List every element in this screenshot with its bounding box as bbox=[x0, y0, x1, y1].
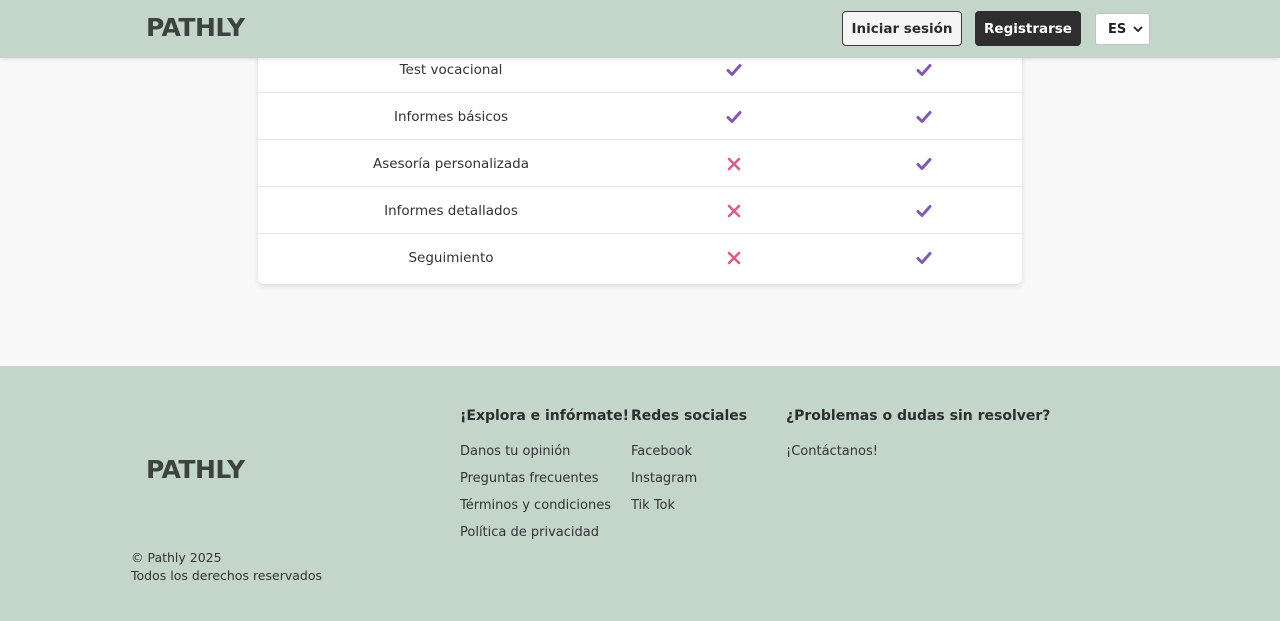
footer-help-title: ¿Problemas o dudas sin resolver? bbox=[786, 408, 1051, 424]
footer-link-terms[interactable]: Términos y condiciones bbox=[460, 492, 629, 519]
feature-label: Informes básicos bbox=[394, 108, 508, 125]
language-select[interactable]: ES bbox=[1095, 13, 1150, 45]
table-row: Asesoría personalizada bbox=[258, 140, 1022, 187]
top-navbar: PATHLY Iniciar sesión Registrarse ES bbox=[0, 0, 1280, 58]
check-icon bbox=[916, 64, 932, 76]
footer-link-opinion[interactable]: Danos tu opinión bbox=[460, 438, 629, 465]
check-icon bbox=[916, 111, 932, 123]
check-icon bbox=[726, 111, 742, 123]
feature-label: Seguimiento bbox=[408, 249, 494, 266]
cross-icon bbox=[727, 157, 741, 171]
footer-link-contact[interactable]: ¡Contáctanos! bbox=[786, 438, 1050, 465]
language-value: ES bbox=[1108, 21, 1127, 37]
register-button[interactable]: Registrarse bbox=[975, 11, 1081, 46]
logo[interactable]: PATHLY bbox=[146, 13, 245, 42]
footer-social-title: Redes sociales bbox=[631, 408, 748, 424]
footer-social-column: Redes sociales Facebook Instagram Tik To… bbox=[631, 408, 747, 519]
check-icon bbox=[916, 252, 932, 264]
footer: PATHLY ¡Explora e infórmate! Danos tu op… bbox=[0, 366, 1280, 621]
check-icon bbox=[916, 158, 932, 170]
footer-link-tiktok[interactable]: Tik Tok bbox=[631, 492, 747, 519]
check-icon bbox=[916, 205, 932, 217]
copyright: © Pathly 2025 Todos los derechos reserva… bbox=[131, 549, 322, 585]
feature-label: Asesoría personalizada bbox=[373, 155, 529, 172]
footer-explore-title: ¡Explora e infórmate! bbox=[460, 408, 629, 424]
copyright-text: © Pathly 2025 bbox=[131, 550, 222, 565]
table-row: Informes detallados bbox=[258, 187, 1022, 234]
cross-icon bbox=[727, 204, 741, 218]
footer-link-privacy[interactable]: Política de privacidad bbox=[460, 519, 629, 546]
footer-link-instagram[interactable]: Instagram bbox=[631, 465, 747, 492]
footer-logo[interactable]: PATHLY bbox=[146, 455, 245, 484]
plan-comparison-table: Test vocacional Informes básicos Asesoría … bbox=[258, 46, 1022, 284]
footer-link-faq[interactable]: Preguntas frecuentes bbox=[460, 465, 629, 492]
login-button[interactable]: Iniciar sesión bbox=[842, 11, 962, 46]
feature-label: Informes detallados bbox=[384, 202, 518, 219]
check-icon bbox=[726, 64, 742, 76]
footer-help-column: ¿Problemas o dudas sin resolver? ¡Contác… bbox=[786, 408, 1050, 465]
table-row: Informes básicos bbox=[258, 93, 1022, 140]
table-row: Seguimiento bbox=[258, 234, 1022, 281]
chevron-down-icon bbox=[1133, 26, 1143, 33]
rights-text: Todos los derechos reservados bbox=[131, 568, 322, 583]
footer-explore-column: ¡Explora e infórmate! Danos tu opinión P… bbox=[460, 408, 629, 546]
cross-icon bbox=[727, 251, 741, 265]
footer-link-facebook[interactable]: Facebook bbox=[631, 438, 747, 465]
